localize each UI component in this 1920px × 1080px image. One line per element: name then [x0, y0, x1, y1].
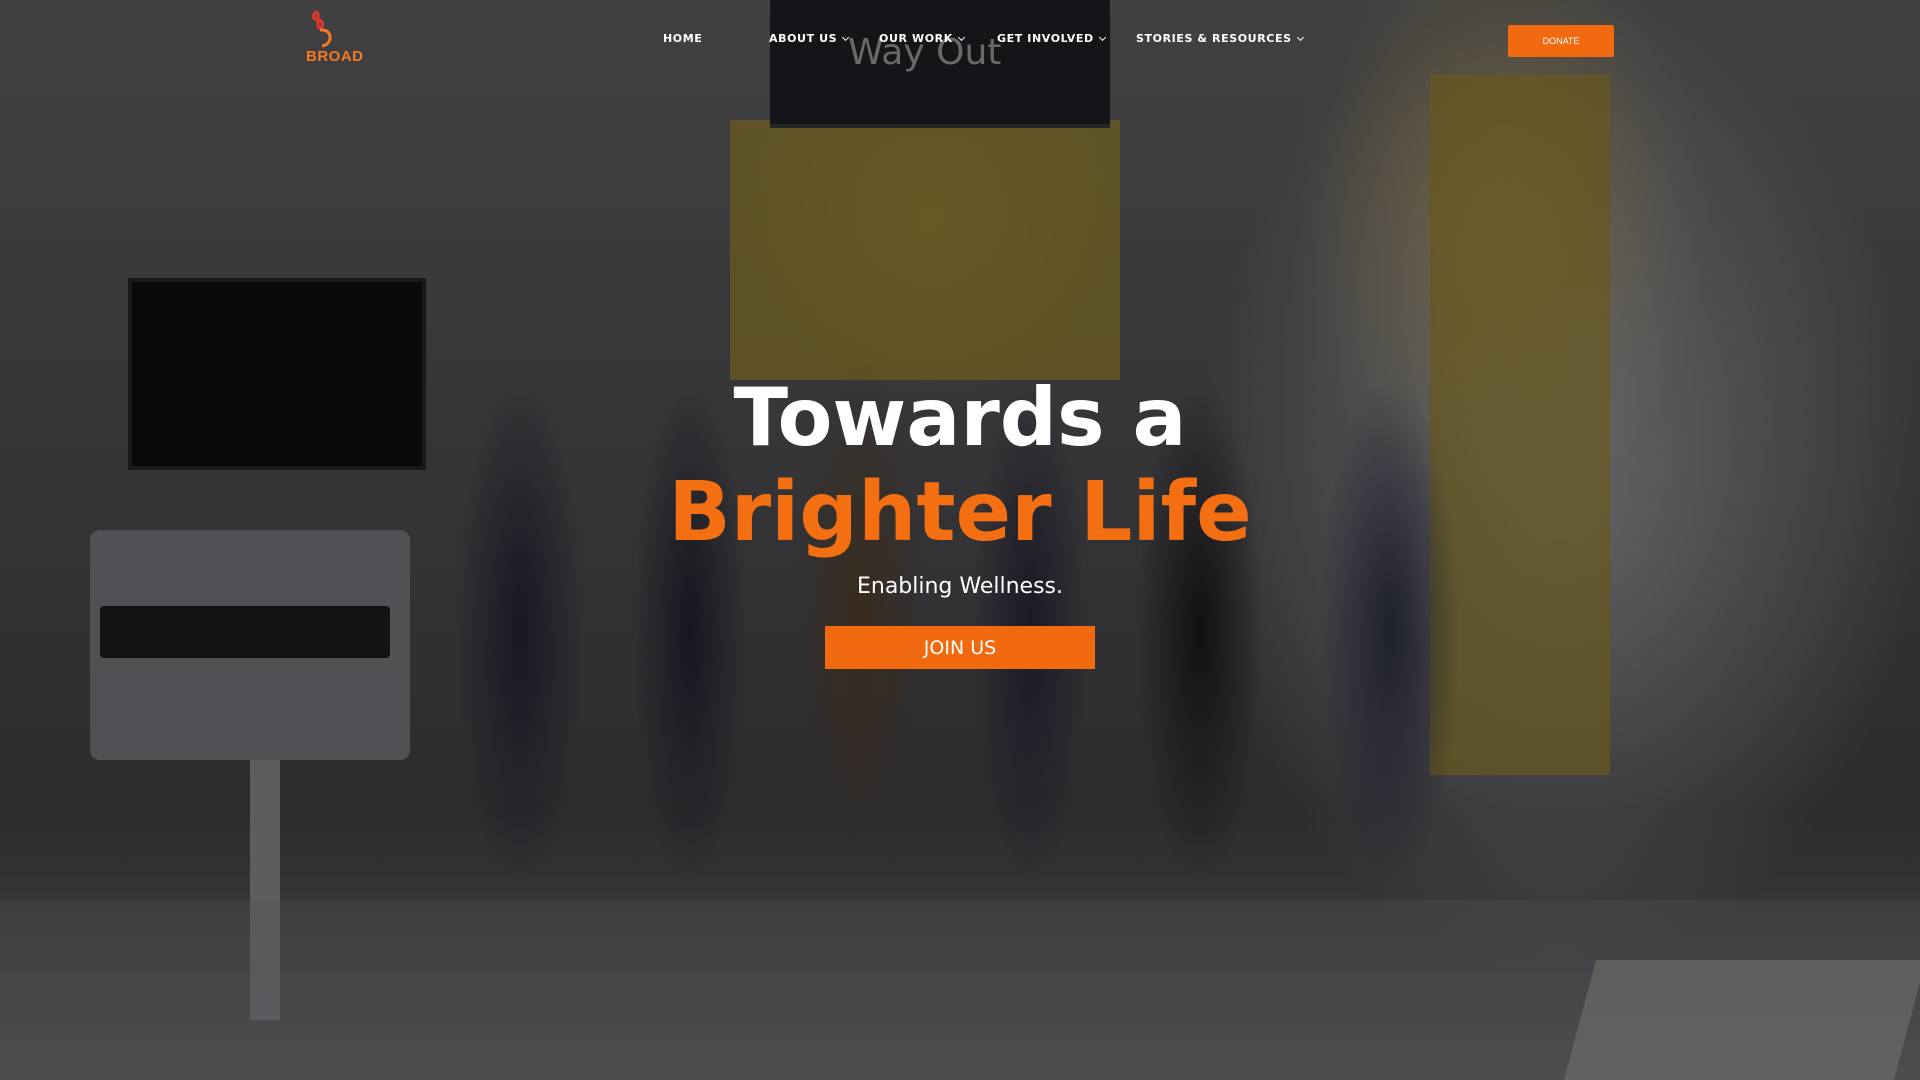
chevron-down-icon	[842, 33, 850, 42]
nav-stories-resources-label: STORIES & RESOURCES	[1136, 32, 1292, 45]
nav-about-us-label: ABOUT US	[769, 32, 838, 45]
nav-home[interactable]: HOME	[663, 32, 702, 45]
nav-our-work[interactable]: OUR WORK	[879, 32, 965, 45]
nav-our-work-label: OUR WORK	[879, 32, 953, 45]
logo-mark-icon	[312, 10, 332, 48]
chevron-down-icon	[957, 33, 965, 42]
nav-get-involved[interactable]: GET INVOLVED	[997, 32, 1106, 45]
hero-title-line2: Brighter Life	[668, 465, 1252, 560]
chevron-down-icon	[1296, 33, 1304, 42]
nav-about-us[interactable]: ABOUT US	[769, 32, 850, 45]
nav-home-label: HOME	[663, 32, 703, 45]
hero-subtitle: Enabling Wellness.	[856, 574, 1064, 599]
chevron-down-icon	[1098, 33, 1106, 42]
nav-stories-resources[interactable]: STORIES & RESOURCES	[1136, 32, 1304, 45]
logo-text: BROAD	[306, 48, 364, 65]
donate-button[interactable]: DONATE	[1508, 25, 1614, 57]
hero-title-line1: Towards a	[733, 371, 1187, 464]
nav-get-involved-label: GET INVOLVED	[997, 32, 1094, 45]
site-logo[interactable]: BROAD	[300, 10, 364, 68]
join-us-button[interactable]: JOIN US	[825, 626, 1095, 669]
